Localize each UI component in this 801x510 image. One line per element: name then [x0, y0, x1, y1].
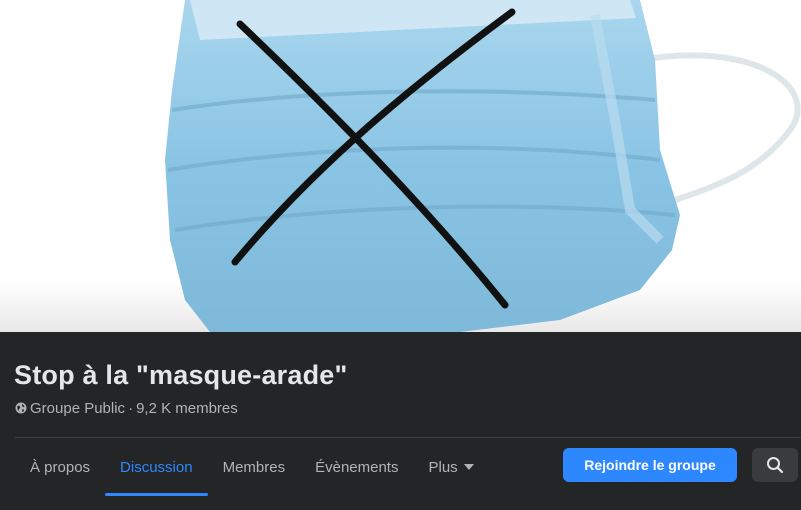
mask-image	[165, 0, 801, 332]
tab-label: Discussion	[120, 458, 193, 476]
group-title: Stop à la "masque-arade"	[14, 360, 348, 390]
search-icon	[767, 457, 784, 474]
join-group-button[interactable]: Rejoindre le groupe	[563, 448, 737, 482]
tab-discussion[interactable]: Discussion	[105, 438, 208, 496]
globe-icon	[15, 402, 27, 414]
tab-label: Évènements	[315, 458, 399, 476]
member-count[interactable]: 9,2 K membres	[136, 400, 238, 417]
tab-more[interactable]: Plus	[413, 438, 488, 496]
group-meta: Groupe Public · 9,2 K membres	[15, 398, 238, 418]
group-privacy: Groupe Public	[30, 399, 126, 417]
search-button[interactable]	[752, 448, 798, 482]
tab-label: Membres	[222, 458, 286, 476]
group-tabs: À propos Discussion Membres Évènements P…	[15, 438, 489, 496]
tab-members[interactable]: Membres	[208, 438, 301, 496]
tab-label: Plus	[428, 458, 458, 476]
cover-photo[interactable]	[0, 0, 801, 332]
meta-separator: ·	[128, 399, 134, 417]
tab-label: À propos	[30, 458, 91, 476]
tab-events[interactable]: Évènements	[300, 438, 413, 496]
tab-about[interactable]: À propos	[15, 438, 105, 496]
group-header: Stop à la "masque-arade" Groupe Public ·…	[0, 332, 801, 510]
caret-down-icon	[463, 464, 474, 470]
